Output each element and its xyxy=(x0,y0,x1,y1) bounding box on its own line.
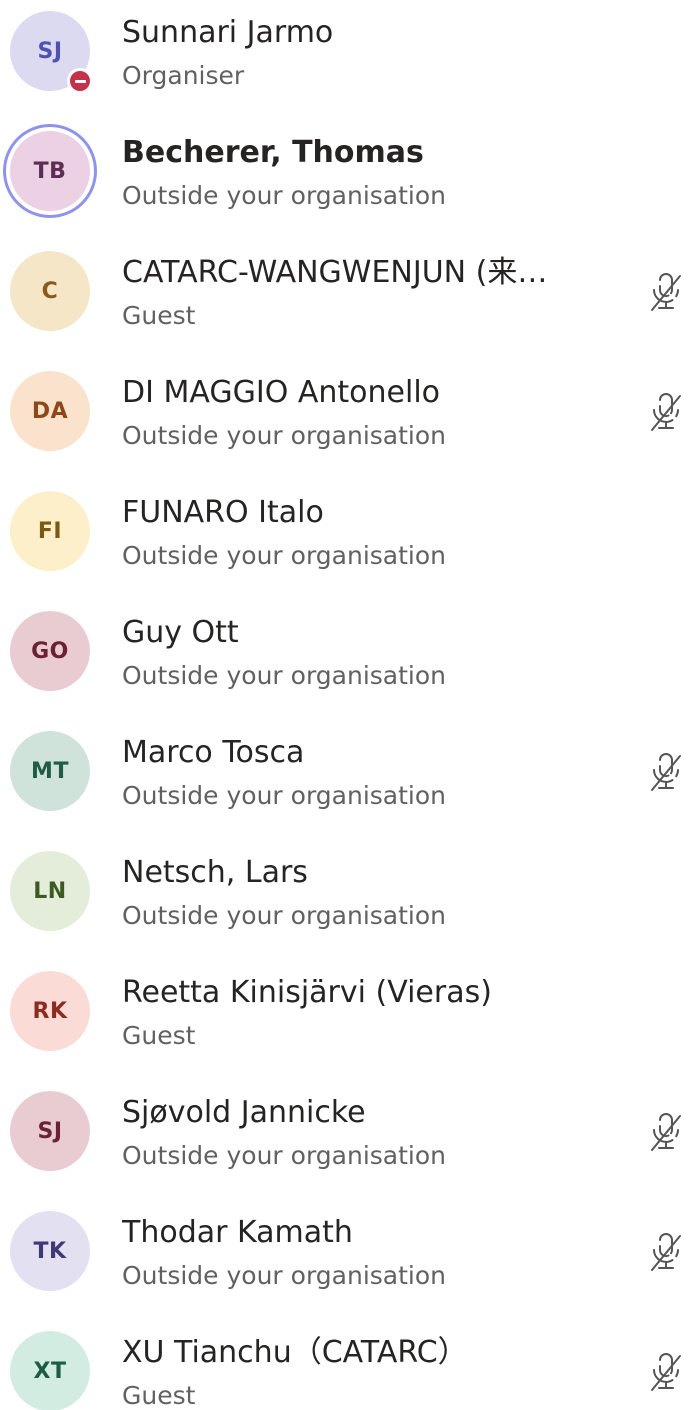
participant-role: Outside your organisation xyxy=(122,781,446,810)
participant-row[interactable]: GO Guy Ott Outside your organisation xyxy=(0,600,690,720)
participant-list: SJ Sunnari Jarmo Organiser TB Becherer, Thom… xyxy=(0,0,690,1410)
participant-name: CATARC-WANGWENJUN (来… xyxy=(122,255,548,290)
participant-name: Marco Tosca xyxy=(122,735,305,770)
participant-role: Outside your organisation xyxy=(122,181,446,210)
participant-name: Thodar Kamath xyxy=(122,1215,353,1250)
participant-row[interactable]: TB Becherer, Thomas Outside your organisat… xyxy=(0,120,690,240)
participant-row[interactable]: C CATARC-WANGWENJUN (来… Guest xyxy=(0,240,690,360)
participant-row[interactable]: MT Marco Tosca Outside your organisation xyxy=(0,720,690,840)
participant-name: FUNARO Italo xyxy=(122,495,324,530)
participant-name: Sunnari Jarmo xyxy=(122,15,334,50)
avatar[interactable]: RK xyxy=(10,971,90,1051)
participant-role: Outside your organisation xyxy=(122,1261,446,1290)
participant-role: Outside your organisation xyxy=(122,1141,446,1170)
participant-role: Guest xyxy=(122,1021,196,1050)
participant-role: Outside your organisation xyxy=(122,661,446,690)
do-not-disturb-icon xyxy=(67,68,93,94)
participant-row[interactable]: LN Netsch, Lars Outside your organisation xyxy=(0,840,690,960)
participant-name: Sjøvold Jannicke xyxy=(122,1095,366,1130)
participant-row[interactable]: SJ Sunnari Jarmo Organiser xyxy=(0,0,690,120)
participant-row[interactable]: DA DI MAGGIO Antonello Outside your organi… xyxy=(0,360,690,480)
participant-name: Reetta Kinisjärvi (Vieras) xyxy=(122,975,492,1010)
participant-role: Outside your organisation xyxy=(122,901,446,930)
avatar[interactable]: MT xyxy=(10,731,90,811)
participant-name: Netsch, Lars xyxy=(122,855,308,890)
participant-row[interactable]: XT XU Tianchu（CATARC） Guest xyxy=(0,1320,690,1410)
mic-off-icon xyxy=(646,392,686,434)
participant-name: Guy Ott xyxy=(122,615,239,650)
participant-role: Organiser xyxy=(122,61,245,90)
mic-off-icon xyxy=(646,272,686,314)
mic-off-icon xyxy=(646,1352,686,1394)
avatar[interactable]: SJ xyxy=(10,11,93,94)
avatar[interactable]: C xyxy=(10,251,90,331)
participant-row[interactable]: FI FUNARO Italo Outside your organisation xyxy=(0,480,690,600)
participant-name: XU Tianchu（CATARC） xyxy=(122,1335,468,1370)
avatar[interactable]: FI xyxy=(10,491,90,571)
avatar[interactable]: TK xyxy=(10,1211,90,1291)
participant-role: Outside your organisation xyxy=(122,541,446,570)
mic-off-icon xyxy=(646,1112,686,1154)
avatar[interactable]: DA xyxy=(10,371,90,451)
mic-off-icon xyxy=(646,1232,686,1274)
avatar[interactable]: LN xyxy=(10,851,90,931)
avatar[interactable]: XT xyxy=(10,1331,90,1410)
avatar[interactable]: GO xyxy=(10,611,90,691)
avatar[interactable]: SJ xyxy=(10,1091,90,1171)
participant-name: Becherer, Thomas xyxy=(122,135,424,170)
participant-row[interactable]: SJ Sjøvold Jannicke Outside your organisat… xyxy=(0,1080,690,1200)
participant-row[interactable]: RK Reetta Kinisjärvi (Vieras) Guest xyxy=(0,960,690,1080)
participant-row[interactable]: TK Thodar Kamath Outside your organisation xyxy=(0,1200,690,1320)
participant-name: DI MAGGIO Antonello xyxy=(122,375,441,410)
participant-role: Guest xyxy=(122,301,196,330)
avatar[interactable]: TB xyxy=(10,131,90,211)
participant-role: Outside your organisation xyxy=(122,421,446,450)
mic-off-icon xyxy=(646,752,686,794)
participant-role: Guest xyxy=(122,1381,196,1410)
